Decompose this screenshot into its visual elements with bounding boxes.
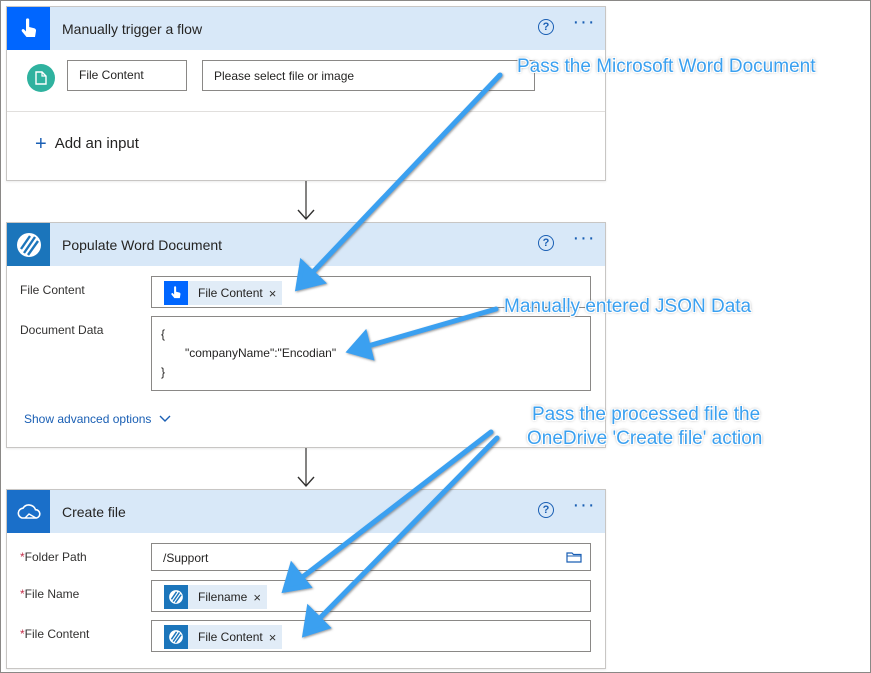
file-name-label: *File Name [20,587,80,601]
help-icon[interactable]: ? [538,502,554,518]
populate-title: Populate Word Document [62,237,223,253]
more-options-icon[interactable]: ··· [571,495,597,516]
plus-icon: + [35,132,47,155]
file-content-token[interactable]: File Content × [164,281,283,305]
file-content-label: *File Content [20,627,90,641]
annotation-processed-line2: OneDrive 'Create file' action [527,428,763,449]
file-type-icon [27,64,55,92]
touch-icon [164,281,188,305]
folder-path-label: *Folder Path [20,550,87,564]
more-options-icon[interactable]: ··· [571,228,597,249]
trigger-card: Manually trigger a flow ? ··· File Conte… [6,6,606,181]
folder-path-field[interactable]: /Support [151,543,591,571]
encodian-icon [164,625,188,649]
input-description-field[interactable]: Please select file or image [202,60,535,91]
create-file-title: Create file [62,504,126,520]
add-input-label: Add an input [54,135,139,152]
trigger-card-header[interactable]: Manually trigger a flow ? ··· [7,7,605,50]
remove-token-icon[interactable]: × [269,286,283,301]
file-content-field[interactable]: File Content × [151,620,591,652]
file-content-label: File Content [20,283,85,297]
encodian-icon [7,223,50,266]
folder-icon[interactable] [566,551,582,566]
show-advanced-label: Show advanced options [24,412,152,426]
json-line: "companyName":"Encodian" [185,346,337,360]
filename-token[interactable]: Filename × [164,585,267,609]
onedrive-icon [7,490,50,533]
touch-icon [7,7,50,50]
create-file-card: Create file ? ··· *Folder Path /Support … [6,489,606,669]
populate-card: Populate Word Document ? ··· File Conten… [6,222,606,448]
encodian-icon [164,585,188,609]
add-input-button[interactable]: + Add an input [35,132,139,155]
document-data-field[interactable]: { "companyName":"Encodian" } [151,316,591,391]
help-icon[interactable]: ? [538,19,554,35]
annotation-processed-line1: Pass the processed file the [532,404,761,425]
document-data-label: Document Data [20,323,104,337]
json-line: } [161,365,166,379]
token-label: File Content [198,630,263,644]
remove-token-icon[interactable]: × [253,590,267,605]
divider [7,111,605,112]
folder-path-value: /Support [163,551,209,565]
chevron-down-icon [159,412,171,426]
help-icon[interactable]: ? [538,235,554,251]
input-description-placeholder: Please select file or image [214,69,355,83]
more-options-icon[interactable]: ··· [571,12,597,33]
trigger-title: Manually trigger a flow [62,21,203,37]
remove-token-icon[interactable]: × [269,630,283,645]
annotation-json-data: Manually entered JSON Data [504,296,752,317]
token-label: File Content [198,286,263,300]
token-label: Filename [198,590,248,604]
file-name-field[interactable]: Filename × [151,580,591,612]
input-name-field[interactable]: File Content [67,60,187,91]
input-name-value: File Content [79,68,144,82]
json-line: { [161,327,166,341]
file-content-token[interactable]: File Content × [164,625,283,649]
show-advanced-options-link[interactable]: Show advanced options [24,412,171,426]
populate-card-header[interactable]: Populate Word Document ? ··· [7,223,605,266]
create-file-card-header[interactable]: Create file ? ··· [7,490,605,533]
annotation-pass-word: Pass the Microsoft Word Document [517,56,816,77]
